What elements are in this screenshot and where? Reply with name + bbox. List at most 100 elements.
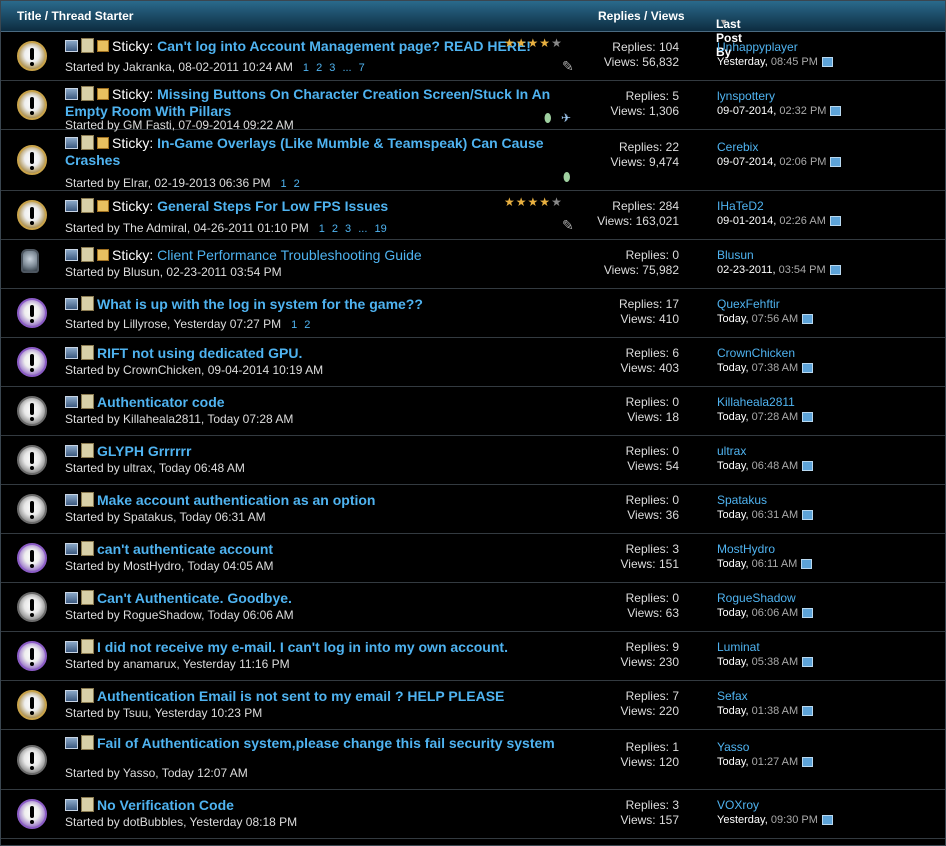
thread-title-link[interactable]: GLYPH Grrrrrr: [97, 443, 191, 459]
thread-title-link[interactable]: Can't log into Account Management page? …: [157, 38, 531, 54]
thread-row[interactable]: No Verification Code Started by dotBubble…: [1, 790, 945, 839]
thread-title-link[interactable]: Authenticator code: [97, 394, 225, 410]
page-links[interactable]: 1 2: [291, 319, 310, 331]
thread-row[interactable]: GLYPH Grrrrrr Started by ultrax, Today 06…: [1, 436, 945, 485]
last-post-user[interactable]: RogueShadow: [717, 591, 813, 606]
exclamation-dot: [30, 564, 34, 568]
last-post-user[interactable]: Unhappyplayer: [717, 40, 833, 55]
thread-row[interactable]: Sticky: In-Game Overlays (Like Mumble & …: [1, 130, 945, 191]
last-post-date: Today,: [717, 705, 749, 717]
page-links[interactable]: 1 2: [280, 178, 299, 190]
subscribe-icon[interactable]: [65, 799, 78, 811]
last-post-user[interactable]: CrownChicken: [717, 346, 813, 361]
subscribe-icon[interactable]: [65, 200, 78, 212]
subscribe-icon[interactable]: [65, 298, 78, 310]
thread-status-icon: [17, 690, 47, 720]
last-post-date: Today,: [717, 558, 749, 570]
subscribe-icon[interactable]: [65, 249, 78, 261]
replies-column-header[interactable]: Replies / Views: [598, 9, 685, 23]
go-to-last-post-icon[interactable]: [802, 657, 814, 668]
subscribe-icon[interactable]: [65, 641, 78, 653]
thread-title-link[interactable]: What is up with the log in system for th…: [97, 296, 423, 312]
thread-row[interactable]: Authenticator code Started by Killaheala2…: [1, 387, 945, 436]
thread-title-link[interactable]: I did not receive my e-mail. I can't log…: [97, 639, 508, 655]
subscribe-icon[interactable]: [65, 137, 78, 149]
sticky-prefix: Sticky:: [112, 198, 154, 214]
views-count: Views: 230: [620, 655, 679, 669]
last-post: IHaTeD2 09-01-2014, 02:26 AM: [717, 199, 841, 229]
tag-icon: ⬮: [563, 170, 571, 184]
subscribe-icon[interactable]: [65, 737, 78, 749]
go-to-last-post-icon[interactable]: [802, 314, 814, 325]
go-to-last-post-icon[interactable]: [802, 608, 814, 619]
go-to-last-post-icon[interactable]: [830, 157, 842, 168]
subscribe-icon[interactable]: [65, 494, 78, 506]
thread-title-link[interactable]: Authentication Email is not sent to my e…: [97, 688, 504, 704]
last-post-user[interactable]: Luminat: [717, 640, 813, 655]
subscribe-icon[interactable]: [65, 347, 78, 359]
last-post-user[interactable]: Killaheala2811: [717, 395, 813, 410]
go-to-last-post-icon[interactable]: [802, 706, 814, 717]
last-post-user[interactable]: Sefax: [717, 689, 813, 704]
thread-title-link[interactable]: Client Performance Troubleshooting Guide: [157, 247, 422, 263]
sort-arrow-icon[interactable]: ▼: [719, 17, 728, 27]
title-column-header[interactable]: Title / Thread Starter: [17, 9, 133, 23]
thread-title-link[interactable]: Can't Authenticate. Goodbye.: [97, 590, 292, 606]
thread-row[interactable]: Authentication Email is not sent to my e…: [1, 681, 945, 730]
subscribe-icon[interactable]: [65, 40, 78, 52]
go-to-last-post-icon[interactable]: [802, 412, 814, 423]
thread-title-link[interactable]: Fail of Authentication system,please cha…: [97, 735, 555, 751]
go-to-last-post-icon[interactable]: [802, 461, 814, 472]
go-to-last-post-icon[interactable]: [821, 815, 833, 826]
thread-row[interactable]: Fail of Authentication system,please cha…: [1, 730, 945, 790]
last-post-user[interactable]: Yasso: [717, 740, 813, 755]
last-post-date: Today,: [717, 656, 749, 668]
thread-title-link[interactable]: Make account authentication as an option: [97, 492, 375, 508]
go-to-last-post-icon[interactable]: [801, 559, 813, 570]
page-links[interactable]: 1 2 3 ... 7: [303, 62, 365, 74]
thread-row[interactable]: Sticky: Missing Buttons On Character Cre…: [1, 81, 945, 132]
thread-title-link[interactable]: RIFT not using dedicated GPU.: [97, 345, 302, 361]
thread-row[interactable]: can't authenticate account Started by Mos…: [1, 534, 945, 583]
thread-title-link[interactable]: can't authenticate account: [97, 541, 273, 557]
go-to-last-post-icon[interactable]: [821, 57, 833, 68]
subscribe-icon[interactable]: [65, 396, 78, 408]
thread-row[interactable]: Sticky: Can't log into Account Managemen…: [1, 32, 945, 81]
replies-count: Replies: 0: [625, 591, 679, 605]
go-to-last-post-icon[interactable]: [802, 757, 814, 768]
thread-row[interactable]: Sticky: Client Performance Troubleshooti…: [1, 240, 945, 289]
last-post-user[interactable]: Blusun: [717, 248, 841, 263]
subscribe-icon[interactable]: [65, 690, 78, 702]
go-to-last-post-icon[interactable]: [802, 510, 814, 521]
subscribe-icon[interactable]: [65, 543, 78, 555]
last-post-user[interactable]: QuexFehftir: [717, 297, 813, 312]
subscribe-icon[interactable]: [65, 592, 78, 604]
thread-row[interactable]: What is up with the log in system for th…: [1, 289, 945, 338]
thread-row[interactable]: Make account authentication as an option…: [1, 485, 945, 534]
views-count: Views: 1,306: [610, 104, 680, 118]
go-to-last-post-icon[interactable]: [829, 265, 841, 276]
thread-title-line: RIFT not using dedicated GPU.: [65, 345, 585, 362]
thread-row[interactable]: RIFT not using dedicated GPU. Started by …: [1, 338, 945, 387]
thread-row[interactable]: I did not receive my e-mail. I can't log…: [1, 632, 945, 681]
last-post-user[interactable]: VOXroy: [717, 798, 833, 813]
last-post-user[interactable]: MostHydro: [717, 542, 812, 557]
rating-star-icon: ★: [539, 195, 552, 209]
thread-title-line: can't authenticate account: [65, 541, 585, 558]
go-to-last-post-icon[interactable]: [829, 216, 841, 227]
go-to-last-post-icon[interactable]: [830, 106, 842, 117]
subscribe-icon[interactable]: [65, 445, 78, 457]
go-to-last-post-icon[interactable]: [802, 363, 814, 374]
thread-row[interactable]: Can't Authenticate. Goodbye. Started by R…: [1, 583, 945, 632]
sticky-prefix: Sticky:: [112, 86, 154, 102]
thread-title-link[interactable]: No Verification Code: [97, 797, 234, 813]
page-links[interactable]: 1 2 3 ... 19: [319, 223, 387, 235]
last-post-user[interactable]: Spatakus: [717, 493, 813, 508]
thread-title-link[interactable]: General Steps For Low FPS Issues: [157, 198, 388, 214]
last-post-user[interactable]: lynspottery: [717, 89, 841, 104]
last-post-user[interactable]: ultrax: [717, 444, 813, 459]
last-post-user[interactable]: IHaTeD2: [717, 199, 841, 214]
thread-row[interactable]: Sticky: General Steps For Low FPS Issues…: [1, 191, 945, 240]
last-post-user[interactable]: Cerebix: [717, 140, 841, 155]
subscribe-icon[interactable]: [65, 88, 78, 100]
